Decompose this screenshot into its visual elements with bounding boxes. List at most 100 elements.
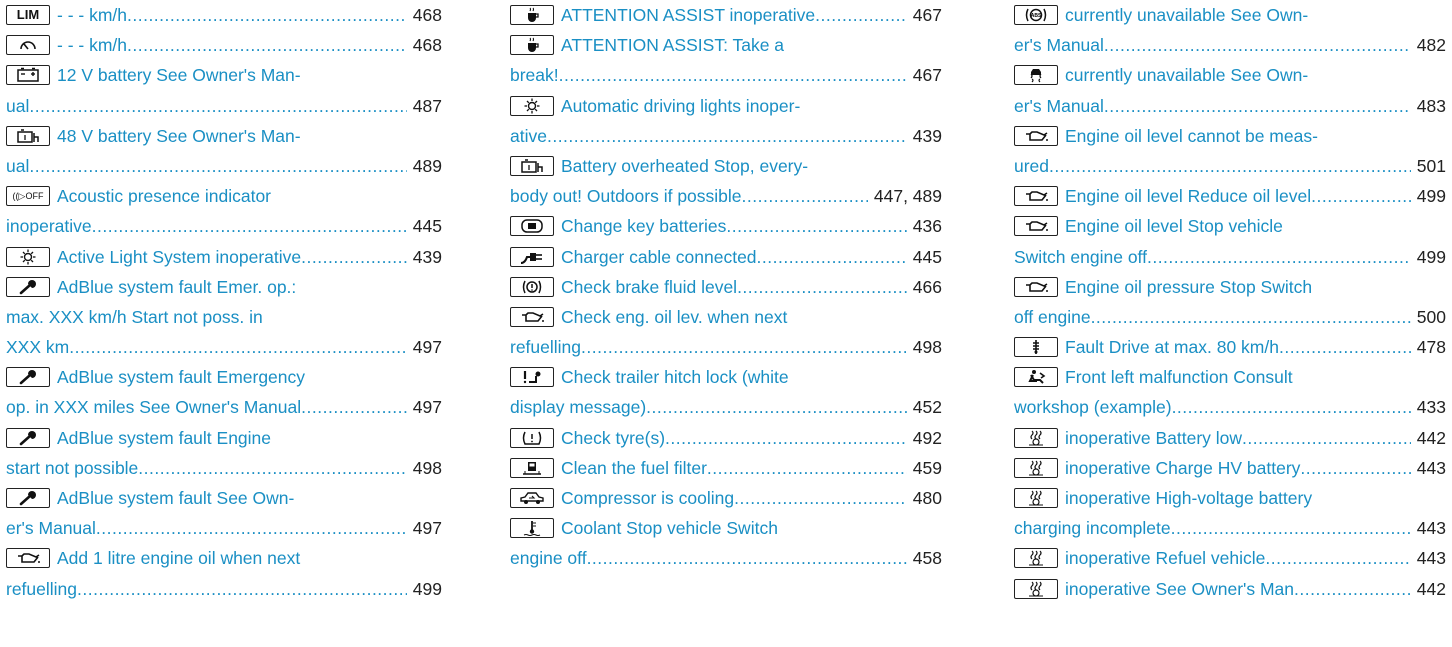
- page-number[interactable]: 467: [907, 0, 942, 30]
- entry-text[interactable]: Engine oil level cannot be meas-: [1065, 121, 1318, 151]
- index-entry[interactable]: Check eng. oil lev. when nextrefuelling 4…: [510, 302, 942, 362]
- page-number[interactable]: 499: [1411, 181, 1446, 211]
- index-entry[interactable]: Clean the fuel filter 459: [510, 453, 942, 483]
- page-number[interactable]: 497: [407, 392, 442, 422]
- entry-text[interactable]: Check brake fluid level: [561, 272, 737, 302]
- page-number[interactable]: 482: [1411, 30, 1446, 60]
- entry-text[interactable]: op. in XXX miles See Owner's Manual: [6, 392, 301, 422]
- index-entry[interactable]: Charger cable connected 445: [510, 242, 942, 272]
- page-number[interactable]: 487: [407, 91, 442, 121]
- entry-text[interactable]: Compressor is cooling: [561, 483, 734, 513]
- index-entry[interactable]: - - - km/h 468: [6, 30, 442, 60]
- index-entry[interactable]: AdBlue system fault Emergency op. in XXX …: [6, 362, 442, 422]
- index-entry[interactable]: LIM - - - km/h 468: [6, 0, 442, 30]
- page-number[interactable]: 468: [407, 30, 442, 60]
- page-number[interactable]: 443: [1411, 543, 1446, 573]
- index-entry[interactable]: 48 V battery See Owner's Man-ual 489: [6, 121, 442, 181]
- entry-text[interactable]: er's Manual: [6, 513, 96, 543]
- page-number[interactable]: 447, 489: [868, 181, 942, 211]
- entry-text[interactable]: inoperative Charge HV battery: [1065, 453, 1300, 483]
- index-entry[interactable]: Check brake fluid level 466: [510, 272, 942, 302]
- index-entry[interactable]: Coolant Stop vehicle Switchengine off 458: [510, 513, 942, 573]
- page-number[interactable]: 497: [407, 513, 442, 543]
- entry-text[interactable]: Switch engine off: [1014, 242, 1147, 272]
- entry-text[interactable]: Front left malfunction Consult: [1065, 362, 1293, 392]
- entry-text[interactable]: XXX km: [6, 332, 69, 362]
- page-number[interactable]: 459: [907, 453, 942, 483]
- entry-text[interactable]: - - - km/h: [57, 30, 127, 60]
- entry-text[interactable]: Active Light System inoperative: [57, 242, 301, 272]
- index-entry[interactable]: Change key batteries 436: [510, 211, 942, 241]
- page-number[interactable]: 442: [1411, 423, 1446, 453]
- index-entry[interactable]: 12 V battery See Owner's Man-ual 487: [6, 60, 442, 120]
- entry-text[interactable]: AdBlue system fault Emergency: [57, 362, 305, 392]
- entry-text[interactable]: er's Manual: [1014, 30, 1104, 60]
- entry-text[interactable]: Check trailer hitch lock (white: [561, 362, 789, 392]
- page-number[interactable]: 480: [907, 483, 942, 513]
- page-number[interactable]: 478: [1411, 332, 1446, 362]
- index-entry[interactable]: Battery overheated Stop, every-body out!…: [510, 151, 942, 211]
- page-number[interactable]: 500: [1411, 302, 1446, 332]
- entry-text[interactable]: Engine oil level Stop vehicle: [1065, 211, 1283, 241]
- page-number[interactable]: 439: [407, 242, 442, 272]
- entry-text[interactable]: Battery overheated Stop, every-: [561, 151, 808, 181]
- entry-text[interactable]: charging incomplete: [1014, 513, 1171, 543]
- entry-text[interactable]: Check tyre(s): [561, 423, 665, 453]
- entry-text[interactable]: Fault Drive at max. 80 km/h: [1065, 332, 1279, 362]
- page-number[interactable]: 445: [907, 242, 942, 272]
- index-entry[interactable]: currently unavailable See Own-er's Manua…: [1014, 60, 1446, 120]
- index-entry[interactable]: Engine oil pressure Stop Switch off engin…: [1014, 272, 1446, 332]
- entry-text[interactable]: currently unavailable See Own-: [1065, 0, 1308, 30]
- entry-text[interactable]: refuelling: [6, 574, 77, 604]
- entry-text[interactable]: start not possible: [6, 453, 138, 483]
- page-number[interactable]: 436: [907, 211, 942, 241]
- index-entry[interactable]: Compressor is cooling 480: [510, 483, 942, 513]
- entry-text[interactable]: inoperative High-voltage battery: [1065, 483, 1312, 513]
- entry-text[interactable]: engine off: [510, 543, 587, 573]
- index-entry[interactable]: Engine oil level Stop vehicle Switch engi…: [1014, 211, 1446, 271]
- entry-text[interactable]: off engine: [1014, 302, 1091, 332]
- index-entry[interactable]: ((▷OFF Acoustic presence indicator inopera…: [6, 181, 442, 241]
- entry-text[interactable]: Change key batteries: [561, 211, 726, 241]
- page-number[interactable]: 492: [907, 423, 942, 453]
- index-entry[interactable]: inoperative Charge HV battery 443: [1014, 453, 1446, 483]
- index-entry[interactable]: inoperative Refuel vehicle 443: [1014, 543, 1446, 573]
- entry-text[interactable]: 48 V battery See Owner's Man-: [57, 121, 301, 151]
- entry-text[interactable]: Charger cable connected: [561, 242, 757, 272]
- index-entry[interactable]: ATTENTION ASSIST inoperative 467: [510, 0, 942, 30]
- page-number[interactable]: 439: [907, 121, 942, 151]
- index-entry[interactable]: Engine oil level Reduce oil level 499: [1014, 181, 1446, 211]
- entry-text[interactable]: 12 V battery See Owner's Man-: [57, 60, 301, 90]
- entry-text[interactable]: inoperative Battery low: [1065, 423, 1242, 453]
- page-number[interactable]: 498: [407, 453, 442, 483]
- entry-text[interactable]: inoperative See Owner's Man: [1065, 574, 1294, 604]
- entry-text[interactable]: inoperative: [6, 211, 92, 241]
- entry-text[interactable]: ative: [510, 121, 547, 151]
- page-number[interactable]: 466: [907, 272, 942, 302]
- page-number[interactable]: 468: [407, 0, 442, 30]
- page-number[interactable]: 501: [1411, 151, 1446, 181]
- entry-text[interactable]: Clean the fuel filter: [561, 453, 707, 483]
- entry-text[interactable]: ual: [6, 91, 29, 121]
- page-number[interactable]: 445: [407, 211, 442, 241]
- index-entry[interactable]: ABS currently unavailable See Own-er's Ma…: [1014, 0, 1446, 60]
- index-entry[interactable]: Active Light System inoperative 439: [6, 242, 442, 272]
- entry-text[interactable]: currently unavailable See Own-: [1065, 60, 1308, 90]
- page-number[interactable]: 458: [907, 543, 942, 573]
- index-entry[interactable]: ATTENTION ASSIST: Take abreak! 467: [510, 30, 942, 90]
- page-number[interactable]: 497: [407, 332, 442, 362]
- index-entry[interactable]: Fault Drive at max. 80 km/h 478: [1014, 332, 1446, 362]
- index-entry[interactable]: Add 1 litre engine oil when next refuelli…: [6, 543, 442, 603]
- entry-text[interactable]: Engine oil pressure Stop Switch: [1065, 272, 1312, 302]
- page-number[interactable]: 498: [907, 332, 942, 362]
- entry-text[interactable]: body out! Outdoors if possible: [510, 181, 742, 211]
- page-number[interactable]: 443: [1411, 513, 1446, 543]
- entry-text[interactable]: max. XXX km/h Start not poss. in: [6, 302, 263, 332]
- entry-text[interactable]: ATTENTION ASSIST inoperative: [561, 0, 815, 30]
- index-entry[interactable]: inoperative High-voltage battery charging…: [1014, 483, 1446, 543]
- entry-text[interactable]: Add 1 litre engine oil when next: [57, 543, 300, 573]
- entry-text[interactable]: Automatic driving lights inoper-: [561, 91, 800, 121]
- entry-text[interactable]: ual: [6, 151, 29, 181]
- entry-text[interactable]: workshop (example): [1014, 392, 1172, 422]
- index-entry[interactable]: inoperative Battery low 442: [1014, 423, 1446, 453]
